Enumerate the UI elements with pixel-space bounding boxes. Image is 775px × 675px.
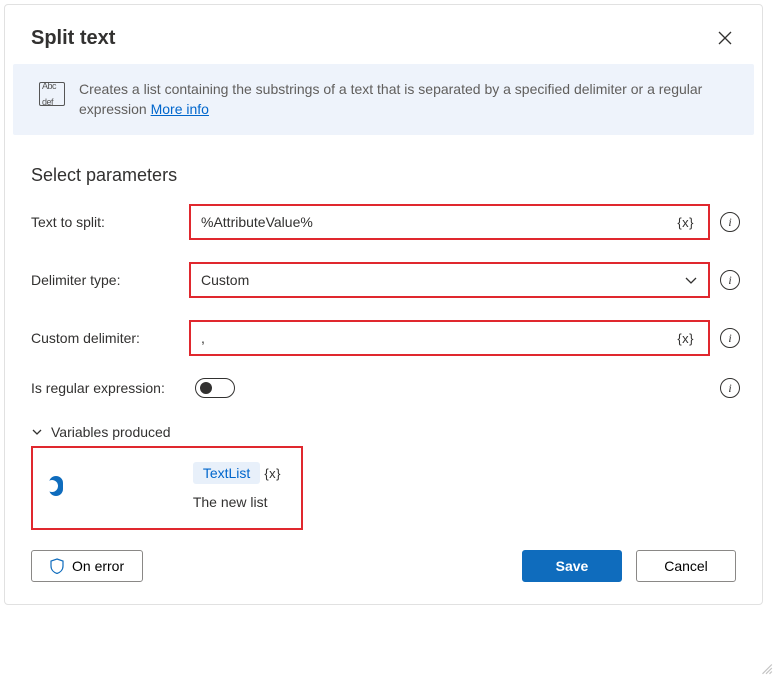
variable-token-icon: {x} (264, 466, 281, 481)
info-icon[interactable]: i (720, 212, 740, 232)
variables-produced-toggle[interactable]: Variables produced (31, 420, 740, 444)
more-info-link[interactable]: More info (151, 101, 209, 117)
variable-picker-icon[interactable]: {x} (677, 215, 694, 230)
info-icon[interactable]: i (720, 328, 740, 348)
label-delimiter-type: Delimiter type: (31, 272, 189, 288)
label-text-to-split: Text to split: (31, 214, 189, 230)
chevron-down-icon (31, 426, 43, 438)
info-text: Creates a list containing the substrings… (79, 80, 728, 119)
info-icon[interactable]: i (720, 378, 740, 398)
variable-description: The new list (193, 494, 285, 510)
label-is-regex: Is regular expression: (31, 380, 195, 396)
cancel-button[interactable]: Cancel (636, 550, 736, 582)
param-text-to-split: Text to split: %AttributeValue% {x} i (31, 204, 740, 240)
value-text-to-split: %AttributeValue% (201, 214, 677, 230)
select-delimiter-type[interactable]: Custom (189, 262, 710, 298)
resize-handle-icon[interactable] (759, 661, 773, 675)
info-icon[interactable]: i (720, 270, 740, 290)
text-action-icon (39, 82, 65, 106)
variables-produced-section: Variables produced TextList {x} The new … (31, 420, 740, 530)
toggle-variable-enabled[interactable] (49, 476, 63, 496)
close-icon (718, 31, 732, 45)
on-error-button[interactable]: On error (31, 550, 143, 582)
section-heading: Select parameters (31, 165, 740, 186)
value-custom-delimiter: , (201, 330, 677, 346)
split-text-dialog: Split text Creates a list containing the… (4, 4, 763, 605)
variable-picker-icon[interactable]: {x} (677, 331, 694, 346)
input-text-to-split[interactable]: %AttributeValue% {x} (189, 204, 710, 240)
info-banner: Creates a list containing the substrings… (13, 64, 754, 135)
input-custom-delimiter[interactable]: , {x} (189, 320, 710, 356)
param-is-regex: Is regular expression: i (31, 378, 740, 398)
variable-chip[interactable]: TextList (193, 462, 260, 484)
dialog-footer: On error Save Cancel (5, 540, 762, 604)
param-delimiter-type: Delimiter type: Custom i (31, 262, 740, 298)
variables-produced-box: TextList {x} The new list (31, 446, 303, 530)
shield-icon (50, 558, 64, 574)
dialog-title: Split text (31, 27, 115, 50)
dialog-header: Split text (5, 5, 762, 64)
close-button[interactable] (714, 27, 736, 49)
label-custom-delimiter: Custom delimiter: (31, 330, 189, 346)
value-delimiter-type: Custom (201, 272, 684, 288)
toggle-is-regex[interactable] (195, 378, 235, 398)
chevron-down-icon (684, 273, 698, 287)
cancel-label: Cancel (664, 558, 708, 574)
variables-produced-heading: Variables produced (51, 424, 171, 440)
save-label: Save (556, 558, 589, 574)
save-button[interactable]: Save (522, 550, 622, 582)
dialog-content: Select parameters Text to split: %Attrib… (5, 143, 762, 540)
param-custom-delimiter: Custom delimiter: , {x} i (31, 320, 740, 356)
on-error-label: On error (72, 558, 124, 574)
